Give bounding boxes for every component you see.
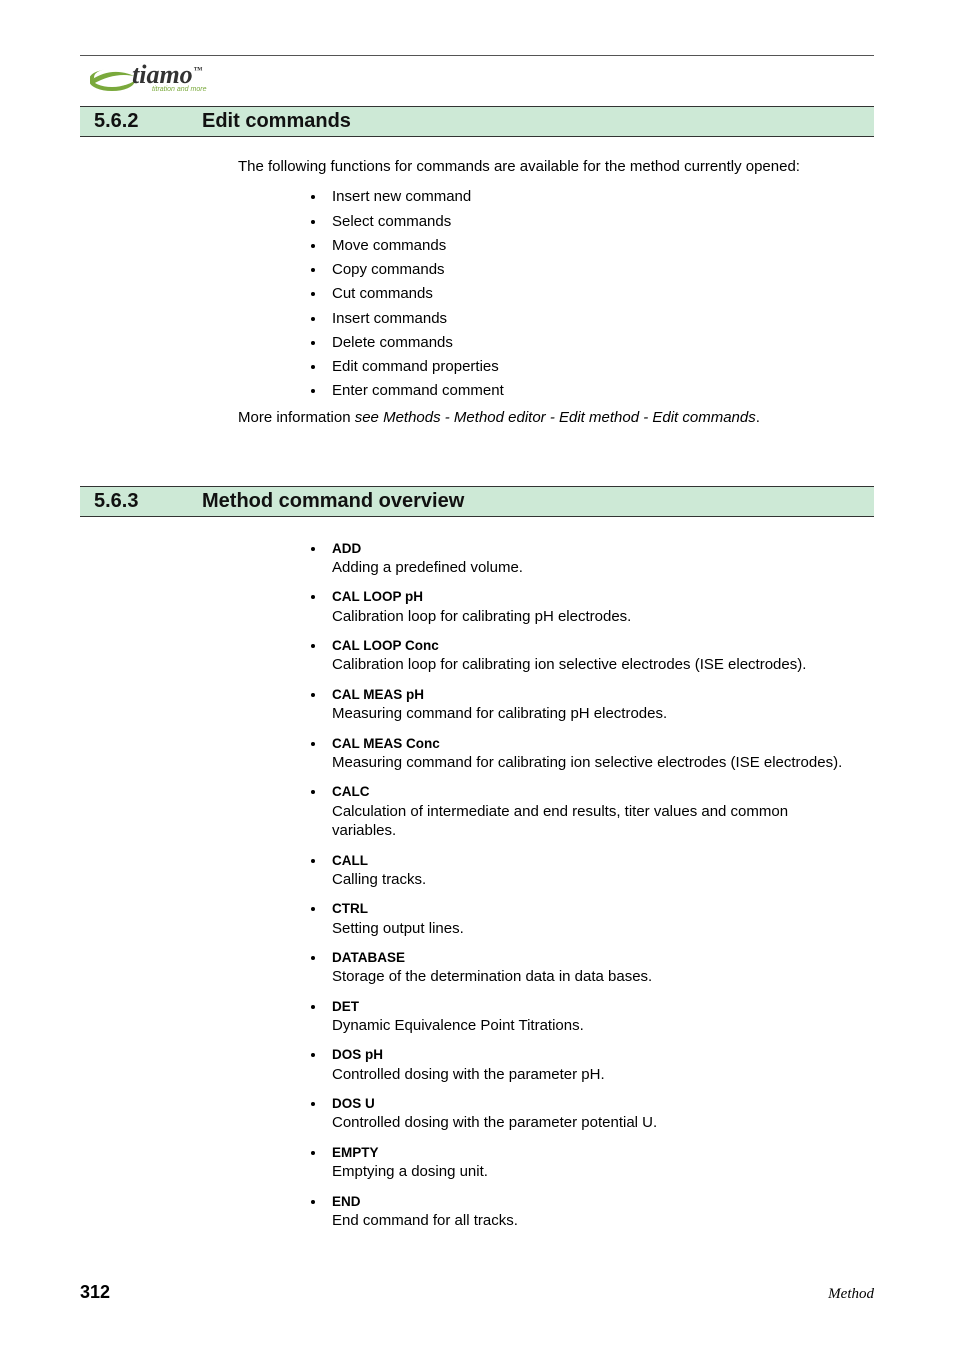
section-number: 5.6.2 — [94, 110, 202, 133]
command-term: DOS pH — [332, 1046, 854, 1064]
command-term: CAL MEAS Conc — [332, 735, 854, 753]
command-term: END — [332, 1193, 854, 1211]
section-title: Method command overview — [202, 490, 464, 513]
command-desc: Calibration loop for calibrating pH elec… — [332, 607, 854, 627]
list-item: DOS pHControlled dosing with the paramet… — [326, 1045, 854, 1084]
list-item: CALLCalling tracks. — [326, 851, 854, 890]
list-item: Insert commands — [326, 309, 854, 329]
command-term: CAL LOOP pH — [332, 588, 854, 606]
command-term: DET — [332, 998, 854, 1016]
command-desc: Calculation of intermediate and end resu… — [332, 802, 854, 841]
logo-brand-text: tiamo — [132, 60, 193, 89]
list-item: Enter command comment — [326, 381, 854, 401]
more-info-label: More information — [238, 409, 355, 426]
list-item: Cut commands — [326, 284, 854, 304]
command-desc: Emptying a dosing unit. — [332, 1162, 854, 1182]
top-rule — [80, 55, 874, 56]
command-term: CAL MEAS pH — [332, 686, 854, 704]
list-item: Delete commands — [326, 333, 854, 353]
section-header-method-command-overview: 5.6.3 Method command overview — [80, 486, 874, 517]
command-desc: Dynamic Equivalence Point Titrations. — [332, 1016, 854, 1036]
list-item: DETDynamic Equivalence Point Titrations. — [326, 997, 854, 1036]
list-item: EMPTYEmptying a dosing unit. — [326, 1143, 854, 1182]
command-desc: End command for all tracks. — [332, 1211, 854, 1231]
list-item: CAL MEAS pHMeasuring command for calibra… — [326, 685, 854, 724]
footer-title: Method — [828, 1286, 874, 1303]
command-desc: Setting output lines. — [332, 919, 854, 939]
command-definition-list: ADDAdding a predefined volume. CAL LOOP … — [238, 539, 854, 1231]
logo-tm: ™ — [194, 65, 203, 75]
command-term: DOS U — [332, 1095, 854, 1113]
page-footer: 312 Method — [80, 1282, 874, 1303]
more-info-reference: see Methods - Method editor - Edit metho… — [355, 409, 756, 426]
command-desc: Measuring command for calibrating ion se… — [332, 753, 854, 773]
command-term: ADD — [332, 540, 854, 558]
list-item: Edit command properties — [326, 357, 854, 377]
list-item: CAL LOOP pHCalibration loop for calibrat… — [326, 587, 854, 626]
list-item: CALCCalculation of intermediate and end … — [326, 782, 854, 840]
command-term: DATABASE — [332, 949, 854, 967]
command-term: CALC — [332, 783, 854, 801]
command-desc: Calibration loop for calibrating ion sel… — [332, 655, 854, 675]
command-desc: Controlled dosing with the parameter pot… — [332, 1113, 854, 1133]
section1-function-list: Insert new command Select commands Move … — [238, 187, 854, 401]
section1-intro: The following functions for commands are… — [238, 157, 854, 177]
list-item: CTRLSetting output lines. — [326, 899, 854, 938]
command-desc: Controlled dosing with the parameter pH. — [332, 1065, 854, 1085]
logo-tagline: titration and more — [152, 86, 206, 93]
list-item: Copy commands — [326, 260, 854, 280]
list-item: Select commands — [326, 212, 854, 232]
command-desc: Measuring command for calibrating pH ele… — [332, 704, 854, 724]
list-item: ENDEnd command for all tracks. — [326, 1192, 854, 1231]
command-desc: Calling tracks. — [332, 870, 854, 890]
section-title: Edit commands — [202, 110, 351, 133]
command-term: CAL LOOP Conc — [332, 637, 854, 655]
command-term: EMPTY — [332, 1144, 854, 1162]
list-item: CAL LOOP ConcCalibration loop for calibr… — [326, 636, 854, 675]
list-item: CAL MEAS ConcMeasuring command for calib… — [326, 734, 854, 773]
section-number: 5.6.3 — [94, 490, 202, 513]
command-desc: Storage of the determination data in dat… — [332, 967, 854, 987]
command-term: CALL — [332, 852, 854, 870]
page-number: 312 — [80, 1282, 110, 1303]
list-item: DATABASEStorage of the determination dat… — [326, 948, 854, 987]
list-item: Insert new command — [326, 187, 854, 207]
command-term: CTRL — [332, 900, 854, 918]
list-item: DOS UControlled dosing with the paramete… — [326, 1094, 854, 1133]
more-info-end: . — [756, 409, 760, 426]
list-item: ADDAdding a predefined volume. — [326, 539, 854, 578]
section-header-edit-commands: 5.6.2 Edit commands — [80, 106, 874, 137]
list-item: Move commands — [326, 236, 854, 256]
logo: tiamo™ titration and more — [90, 62, 874, 102]
section1-more-info: More information see Methods - Method ed… — [238, 408, 854, 428]
command-desc: Adding a predefined volume. — [332, 558, 854, 578]
